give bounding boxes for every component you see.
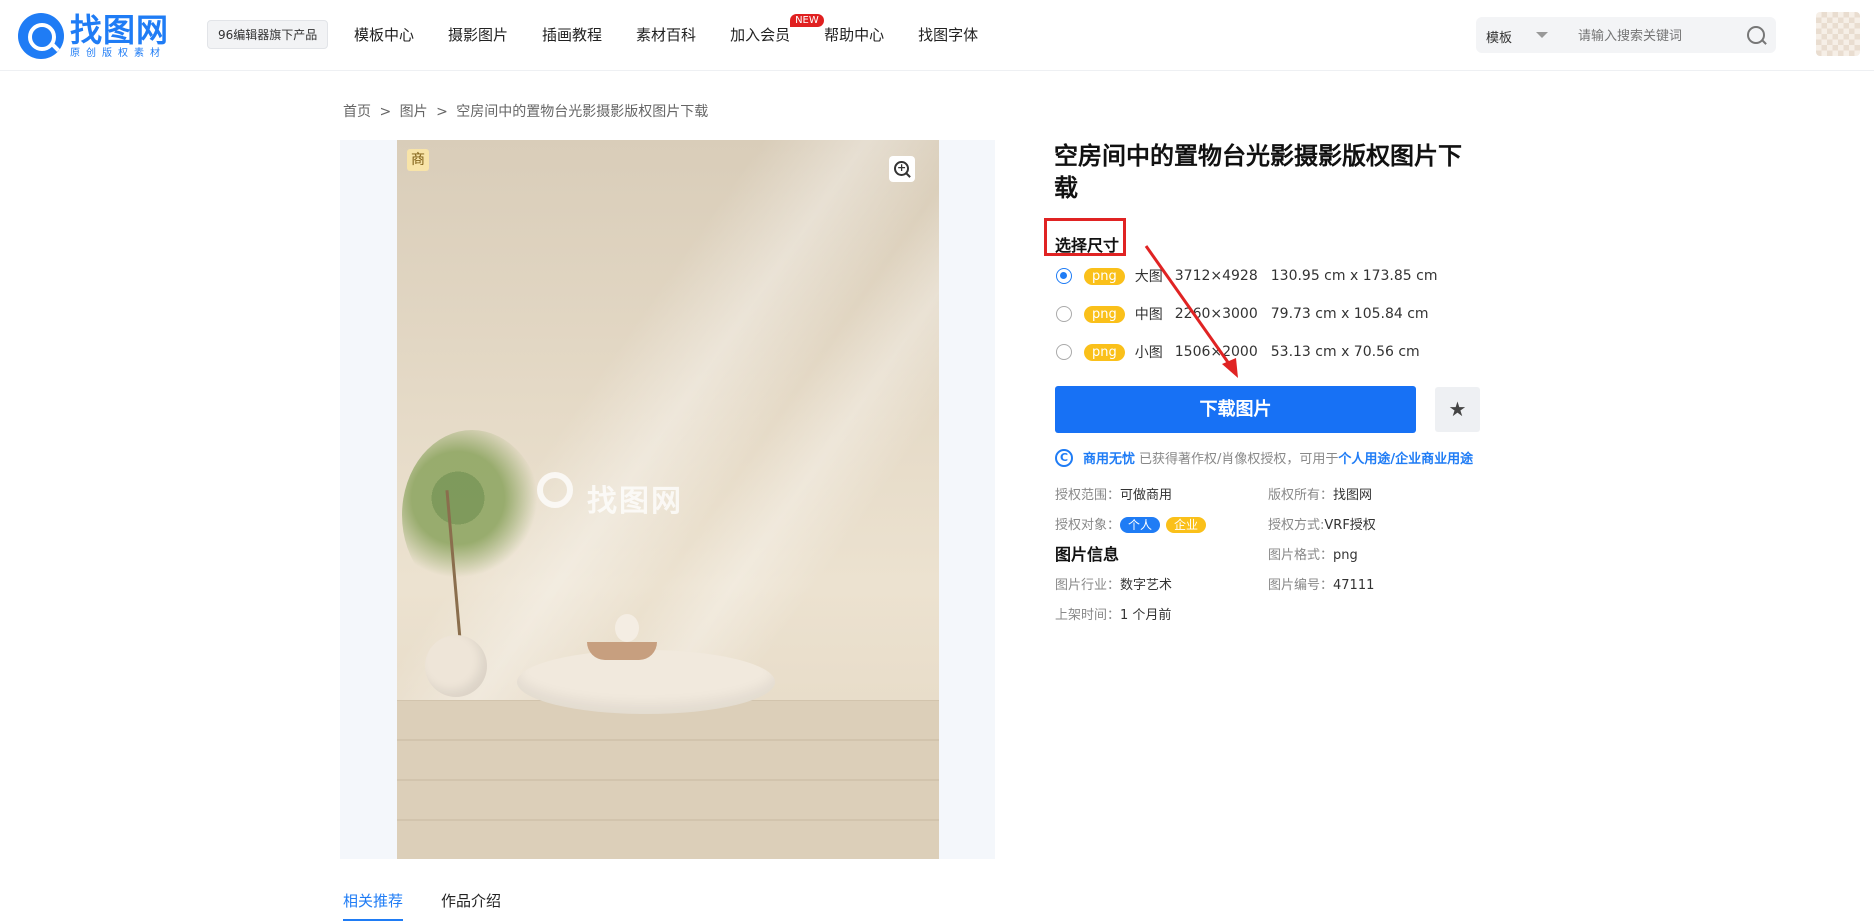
- nav-help[interactable]: 帮助中心: [824, 24, 884, 45]
- page-title: 空房间中的置物台光影摄影版权图片下载: [1054, 142, 1462, 202]
- license-notice: C 商用无忧 已获得著作权/肖像权授权，可用于 个人用途/企业商业用途: [1055, 448, 1473, 467]
- breadcrumb: 首页 > 图片 > 空房间中的置物台光影摄影版权图片下载: [343, 101, 712, 121]
- breadcrumb-home[interactable]: 首页: [343, 104, 371, 120]
- format-tag: png: [1084, 305, 1125, 323]
- info-scope-label: 授权范围：: [1055, 488, 1121, 503]
- favorite-button[interactable]: ★: [1435, 387, 1480, 432]
- zoom-plus-icon: +: [897, 161, 907, 174]
- preview-photo[interactable]: 找图网 商 +: [397, 140, 939, 859]
- logo-name: 找图网: [70, 11, 170, 49]
- info-owner-value: 找图网: [1333, 488, 1373, 503]
- info-time-value: 1 个月前: [1120, 608, 1172, 623]
- info-method-value: VRF授权: [1324, 518, 1376, 533]
- tab-related[interactable]: 相关推荐: [343, 890, 404, 921]
- info-object-label: 授权对象：: [1055, 518, 1121, 533]
- search-icon[interactable]: [1747, 26, 1765, 44]
- info-scope: 授权范围：可做商用: [1055, 484, 1172, 503]
- nav-membership-label: 加入会员: [730, 26, 791, 44]
- info-method-label: 授权方式:: [1268, 518, 1325, 533]
- site-logo[interactable]: 找图网 原创版权素材: [18, 12, 169, 60]
- info-industry-label: 图片行业：: [1055, 578, 1121, 593]
- size-cm: 79.73 cm x 105.84 cm: [1270, 306, 1429, 322]
- size-label: 选择尺寸: [1055, 236, 1120, 255]
- logo-icon: [18, 13, 64, 59]
- image-info-title: 图片信息: [1055, 545, 1120, 564]
- copyright-icon: C: [1055, 448, 1073, 467]
- user-avatar[interactable]: [1816, 12, 1860, 56]
- size-cm: 130.95 cm x 173.85 cm: [1270, 268, 1438, 284]
- size-radio[interactable]: [1056, 344, 1072, 360]
- watermark-text: 找图网: [587, 484, 683, 519]
- info-format-value: png: [1333, 548, 1358, 563]
- watermark: 找图网: [537, 472, 683, 520]
- license-strong: 商用无忧: [1083, 452, 1136, 467]
- zoom-in-icon[interactable]: +: [889, 156, 915, 182]
- red-arrow-annotation: [1144, 245, 1238, 378]
- info-industry: 图片行业：数字艺术: [1055, 574, 1172, 593]
- logo-subtitle: 原创版权素材: [70, 48, 166, 59]
- star-icon: ★: [1448, 397, 1467, 421]
- info-owner: 版权所有：找图网: [1268, 484, 1372, 503]
- nav-photos[interactable]: 摄影图片: [448, 24, 508, 45]
- main-nav: 模板中心 摄影图片 插画教程 素材百科 加入会员 NEW 帮助中心 找图字体: [354, 14, 1012, 45]
- nav-templates[interactable]: 模板中心: [354, 24, 414, 45]
- photo-vase: [615, 614, 639, 642]
- content-tabs: 相关推荐 作品介绍: [343, 890, 539, 921]
- format-tag: png: [1084, 343, 1125, 361]
- image-preview-panel: 找图网 商 +: [340, 140, 995, 859]
- nav-illustration[interactable]: 插画教程: [542, 24, 602, 45]
- size-radio[interactable]: [1056, 306, 1072, 322]
- nav-membership[interactable]: 加入会员 NEW: [730, 14, 824, 45]
- size-radio-selected[interactable]: [1056, 268, 1072, 284]
- format-tag: png: [1084, 267, 1125, 285]
- tag-personal: 个人: [1120, 517, 1161, 533]
- chevron-down-icon[interactable]: [1536, 32, 1548, 38]
- info-industry-value: 数字艺术: [1120, 578, 1173, 593]
- license-text: 已获得著作权/肖像权授权，可用于: [1139, 452, 1339, 467]
- product-badge[interactable]: 96编辑器旗下产品: [207, 20, 329, 49]
- breadcrumb-separator: >: [379, 104, 392, 120]
- search-bar: 模板: [1476, 17, 1776, 53]
- download-button[interactable]: 下载图片: [1055, 386, 1416, 433]
- search-type-select[interactable]: 模板: [1486, 27, 1512, 46]
- size-cm: 53.13 cm x 70.56 cm: [1270, 344, 1420, 360]
- new-badge: NEW: [790, 14, 824, 27]
- nav-fonts[interactable]: 找图字体: [918, 24, 978, 45]
- commercial-tag: 商: [407, 149, 429, 171]
- breadcrumb-separator: >: [436, 104, 448, 120]
- info-time: 上架时间：1 个月前: [1055, 604, 1171, 623]
- license-link[interactable]: 个人用途/企业商业用途: [1338, 448, 1473, 467]
- top-header: 找图网 原创版权素材 96编辑器旗下产品 模板中心 摄影图片 插画教程 素材百科…: [0, 0, 1874, 71]
- breadcrumb-current: 空房间中的置物台光影摄影版权图片下载: [456, 104, 709, 120]
- tag-enterprise: 企业: [1166, 517, 1207, 533]
- tab-description[interactable]: 作品介绍: [441, 890, 501, 921]
- info-id: 图片编号：47111: [1268, 574, 1374, 593]
- watermark-logo-icon: [537, 472, 573, 508]
- photo-dish: [517, 650, 775, 714]
- photo-pot: [425, 635, 487, 697]
- photo-plant: [402, 430, 542, 600]
- info-method: 授权方式:VRF授权: [1268, 514, 1376, 533]
- search-input[interactable]: [1576, 24, 1740, 48]
- nav-encyclopedia[interactable]: 素材百科: [636, 24, 696, 45]
- info-id-label: 图片编号：: [1268, 578, 1334, 593]
- info-scope-value: 可做商用: [1120, 488, 1173, 503]
- breadcrumb-images[interactable]: 图片: [400, 104, 428, 120]
- info-format: 图片格式：png: [1268, 544, 1358, 563]
- info-owner-label: 版权所有：: [1268, 488, 1334, 503]
- info-time-label: 上架时间：: [1055, 608, 1121, 623]
- info-id-value: 47111: [1333, 578, 1375, 593]
- info-object: 授权对象： 个人 企业: [1055, 514, 1207, 533]
- info-format-label: 图片格式：: [1268, 548, 1334, 563]
- photo-bowl: [587, 642, 657, 660]
- photo-floor: [397, 700, 939, 859]
